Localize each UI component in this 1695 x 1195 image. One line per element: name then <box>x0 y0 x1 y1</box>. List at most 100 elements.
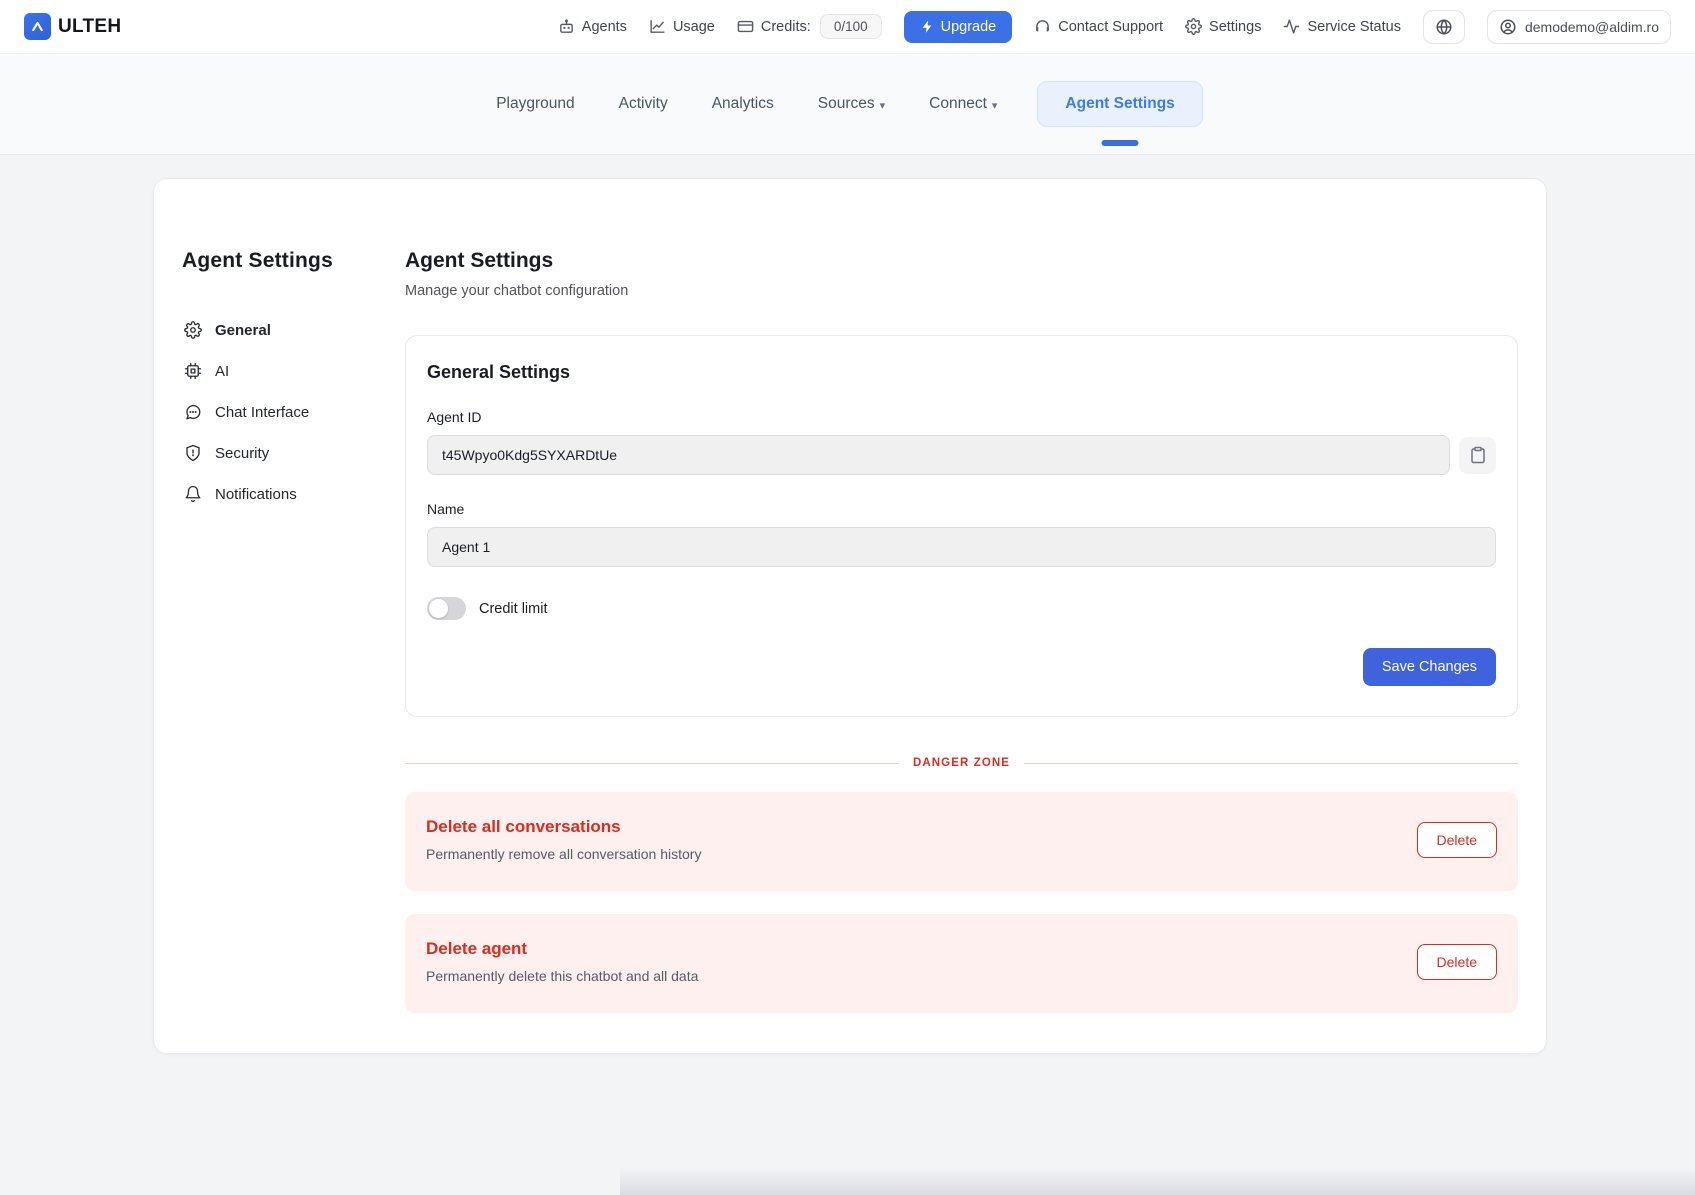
tab-connect[interactable]: Connect ▾ <box>925 82 1001 126</box>
tab-sources[interactable]: Sources ▾ <box>814 82 889 126</box>
credit-limit-toggle[interactable] <box>427 597 466 620</box>
language-button[interactable] <box>1423 10 1465 44</box>
tab-connect-label: Connect <box>929 95 987 113</box>
agent-id-row <box>427 435 1496 475</box>
chat-bubble-icon <box>184 403 202 421</box>
bottom-shadow <box>620 1167 1695 1195</box>
tab-activity[interactable]: Activity <box>615 82 672 126</box>
bolt-icon <box>920 20 934 34</box>
settings-sidebar: Agent Settings General AI Chat Interface <box>154 179 405 1013</box>
brand-logo-icon <box>24 13 51 40</box>
nav-usage-label: Usage <box>673 19 715 35</box>
clipboard-icon <box>1469 446 1487 464</box>
name-label: Name <box>427 501 1496 517</box>
robot-icon <box>558 18 575 35</box>
credits-label: Credits: <box>761 19 811 35</box>
pulse-icon <box>1283 18 1300 35</box>
sidebar-item-label: General <box>215 322 271 339</box>
tab-agent-settings-label: Agent Settings <box>1065 95 1174 112</box>
header-right-nav: Agents Usage Credits: 0/100 Upgrade <box>558 10 1671 44</box>
nav-agents-label: Agents <box>582 19 627 35</box>
gear-icon <box>184 321 202 339</box>
account-button[interactable]: demodemo@aldim.ro <box>1487 10 1671 44</box>
credits-badge: 0/100 <box>820 14 882 39</box>
upgrade-label: Upgrade <box>941 19 997 35</box>
agent-name-input[interactable] <box>427 527 1496 567</box>
agent-tabbar: Playground Activity Analytics Sources ▾ … <box>0 54 1695 155</box>
headset-icon <box>1034 18 1051 35</box>
agent-id-input[interactable] <box>427 435 1450 475</box>
sidebar-item-label: Notifications <box>215 486 297 503</box>
nav-settings[interactable]: Settings <box>1185 18 1261 35</box>
tab-sources-label: Sources <box>818 95 875 113</box>
delete-conversations-panel: Delete all conversations Permanently rem… <box>405 792 1518 891</box>
tab-analytics[interactable]: Analytics <box>708 82 778 126</box>
sidebar-item-general[interactable]: General <box>182 311 405 349</box>
sidebar-item-label: Security <box>215 445 269 462</box>
tab-playground[interactable]: Playground <box>492 82 578 126</box>
divider-line <box>405 763 899 764</box>
general-settings-section: General Settings Agent ID Name Credit li… <box>405 335 1518 717</box>
nav-contact-support-label: Contact Support <box>1058 19 1163 35</box>
delete-agent-text: Delete agent Permanently delete this cha… <box>426 939 698 984</box>
brand-name: ULTEH <box>58 16 121 38</box>
nav-credits: Credits: 0/100 <box>737 14 882 39</box>
delete-conversations-button[interactable]: Delete <box>1417 822 1497 858</box>
nav-service-status-label: Service Status <box>1307 19 1401 35</box>
general-settings-title: General Settings <box>427 362 1496 383</box>
gear-icon <box>1185 18 1202 35</box>
user-icon <box>1499 18 1517 36</box>
sidebar-title: Agent Settings <box>182 249 405 273</box>
delete-agent-title: Delete agent <box>426 939 698 959</box>
sidebar-item-label: Chat Interface <box>215 404 309 421</box>
sidebar-item-ai[interactable]: AI <box>182 352 405 390</box>
delete-conversations-title: Delete all conversations <box>426 817 701 837</box>
shield-icon <box>184 444 202 462</box>
chevron-down-icon: ▾ <box>992 99 998 112</box>
sidebar-item-security[interactable]: Security <box>182 434 405 472</box>
credit-limit-label: Credit limit <box>479 601 547 617</box>
top-header: ULTEH Agents Usage Credits: 0/100 <box>0 0 1695 54</box>
nav-service-status[interactable]: Service Status <box>1283 18 1401 35</box>
page-title: Agent Settings <box>405 249 1518 273</box>
nav-usage[interactable]: Usage <box>649 18 715 35</box>
delete-agent-desc: Permanently delete this chatbot and all … <box>426 968 698 984</box>
credit-limit-row: Credit limit <box>427 597 1496 620</box>
delete-conversations-desc: Permanently remove all conversation hist… <box>426 846 701 862</box>
sidebar-item-label: AI <box>215 363 229 380</box>
chip-icon <box>184 362 202 380</box>
delete-agent-panel: Delete agent Permanently delete this cha… <box>405 914 1518 1013</box>
page-subtitle: Manage your chatbot configuration <box>405 283 1518 299</box>
settings-main: Agent Settings Manage your chatbot confi… <box>405 179 1546 1013</box>
nav-agents[interactable]: Agents <box>558 18 627 35</box>
globe-icon <box>1435 18 1453 36</box>
bell-icon <box>184 485 202 503</box>
chart-icon <box>649 18 666 35</box>
credit-card-icon <box>737 18 754 35</box>
nav-settings-label: Settings <box>1209 19 1261 35</box>
sidebar-item-chat-interface[interactable]: Chat Interface <box>182 393 405 431</box>
save-changes-button[interactable]: Save Changes <box>1363 648 1496 686</box>
account-email: demodemo@aldim.ro <box>1525 19 1659 35</box>
delete-conversations-text: Delete all conversations Permanently rem… <box>426 817 701 862</box>
copy-agent-id-button[interactable] <box>1459 437 1496 474</box>
tab-activity-label: Activity <box>619 95 668 113</box>
chevron-down-icon: ▾ <box>880 99 886 112</box>
toggle-knob <box>429 599 448 618</box>
sidebar-menu: General AI Chat Interface Security <box>182 311 405 513</box>
name-row <box>427 527 1496 567</box>
save-row: Save Changes <box>427 648 1496 686</box>
tab-agent-settings[interactable]: Agent Settings <box>1037 81 1202 127</box>
agent-settings-card: Agent Settings General AI Chat Interface <box>153 178 1547 1054</box>
delete-agent-button[interactable]: Delete <box>1417 944 1497 980</box>
danger-zone-divider: DANGER ZONE <box>405 757 1518 769</box>
agent-id-label: Agent ID <box>427 409 1496 425</box>
sidebar-item-notifications[interactable]: Notifications <box>182 475 405 513</box>
tab-analytics-label: Analytics <box>712 95 774 113</box>
divider-line <box>1024 763 1518 764</box>
brand-logo[interactable]: ULTEH <box>24 13 121 40</box>
danger-zone-heading: DANGER ZONE <box>913 757 1010 769</box>
nav-contact-support[interactable]: Contact Support <box>1034 18 1163 35</box>
upgrade-button[interactable]: Upgrade <box>904 11 1013 43</box>
tab-playground-label: Playground <box>496 95 574 113</box>
